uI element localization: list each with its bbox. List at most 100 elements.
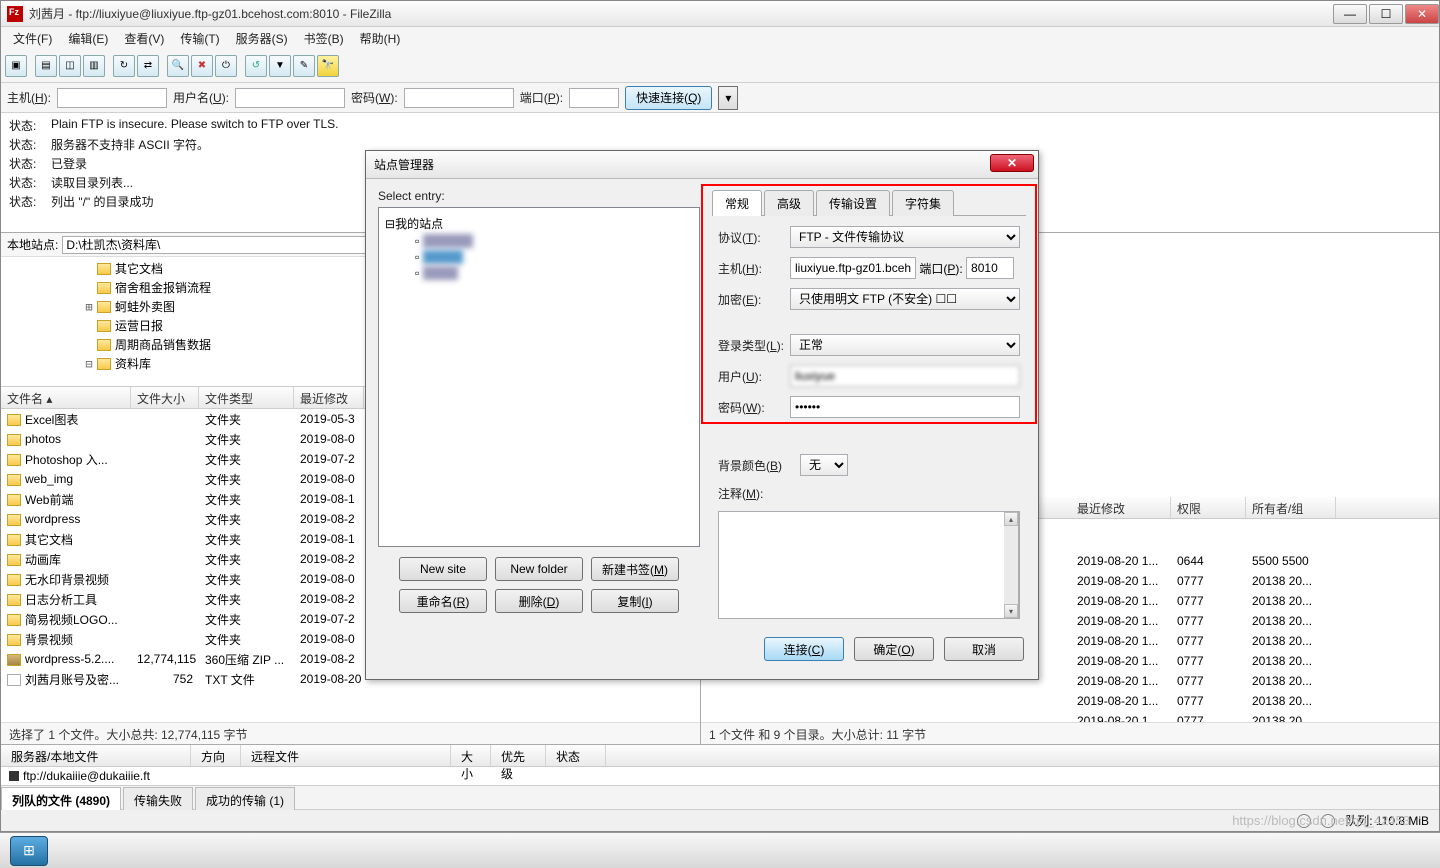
qc-host-input[interactable] xyxy=(57,88,167,108)
list-item[interactable]: 2019-08-20 1...077720138 20... xyxy=(1071,671,1439,691)
qc-pass-input[interactable] xyxy=(404,88,514,108)
column-header[interactable]: 所有者/组 xyxy=(1246,497,1336,518)
menubar: 文件(F) 编辑(E) 查看(V) 传输(T) 服务器(S) 书签(B) 帮助(… xyxy=(1,27,1439,49)
qc-pass-label: 密码(W): xyxy=(351,89,398,106)
minimize-button[interactable]: — xyxy=(1333,4,1367,24)
menu-edit[interactable]: 编辑(E) xyxy=(60,28,116,49)
queue-header: 服务器/本地文件 方向 远程文件 大小 优先级 状态 xyxy=(1,745,1439,767)
host-input[interactable] xyxy=(790,257,916,279)
disconnect-icon[interactable]: ⏻ xyxy=(215,55,237,77)
column-header[interactable]: 文件名 ▴ xyxy=(1,387,131,408)
dialog-close-button[interactable]: ✕ xyxy=(990,154,1034,172)
tab-success[interactable]: 成功的传输 (1) xyxy=(195,787,295,810)
copy-button[interactable]: 复制(I) xyxy=(591,589,679,613)
delete-button[interactable]: 删除(D) xyxy=(495,589,583,613)
dialog-title: 站点管理器 xyxy=(374,156,434,173)
quick-connect-dropdown[interactable]: ▾ xyxy=(718,86,738,110)
proto-select[interactable]: FTP - 文件传输协议 xyxy=(790,226,1020,248)
sitemanager-icon[interactable]: ▣ xyxy=(5,55,27,77)
enc-label: 加密(E): xyxy=(718,291,790,308)
toggle-queue-icon[interactable]: ▥ xyxy=(83,55,105,77)
local-status: 选择了 1 个文件。大小总共: 12,774,115 字节 xyxy=(1,722,700,744)
filter-icon[interactable]: ▼ xyxy=(269,55,291,77)
menu-bookmarks[interactable]: 书签(B) xyxy=(296,28,352,49)
server-icon: ▫ xyxy=(415,266,419,280)
menu-view[interactable]: 查看(V) xyxy=(116,28,172,49)
list-item[interactable]: 2019-08-20 1...077720138 20... xyxy=(1071,571,1439,591)
list-item[interactable]: 2019-08-20 1...077720138 20... xyxy=(1071,711,1439,722)
new-bookmark-button[interactable]: 新建书签(M) xyxy=(591,557,679,581)
ok-button[interactable]: 确定(O) xyxy=(854,637,934,661)
connect-button[interactable]: 连接(C) xyxy=(764,637,844,661)
edit-icon[interactable]: ✎ xyxy=(293,55,315,77)
user-input[interactable] xyxy=(790,365,1020,387)
list-item[interactable]: 2019-08-20 1...077720138 20... xyxy=(1071,691,1439,711)
list-item[interactable]: 2019-08-20 1...077720138 20... xyxy=(1071,591,1439,611)
tab-queued[interactable]: 列队的文件 (4890) xyxy=(1,787,121,810)
queue-row[interactable]: ftp://dukaiiie@dukaiiie.ft xyxy=(1,767,1439,785)
column-header[interactable]: 最近修改 xyxy=(294,387,364,408)
column-header[interactable]: 权限 xyxy=(1171,497,1246,518)
port-label: 端口(P): xyxy=(919,260,962,277)
bottom-statusbar: 队列: 110.8 MiB xyxy=(1,809,1439,831)
tab-failed[interactable]: 传输失败 xyxy=(123,787,193,810)
qc-port-input[interactable] xyxy=(569,88,619,108)
qc-user-input[interactable] xyxy=(235,88,345,108)
dialog-titlebar: 站点管理器 ✕ xyxy=(366,151,1038,179)
tab-charset[interactable]: 字符集 xyxy=(892,190,954,216)
pass-label: 密码(W): xyxy=(718,399,790,416)
site-manager-dialog: 站点管理器 ✕ Select entry: ⊟我的站点 ▫ ▫ ▫ New si… xyxy=(365,150,1039,680)
start-button[interactable]: ⊞ xyxy=(10,836,48,866)
toggle-log-icon[interactable]: ▤ xyxy=(35,55,57,77)
column-header[interactable]: 文件大小 xyxy=(131,387,199,408)
server-icon: ▫ xyxy=(415,234,419,248)
rename-button[interactable]: 重命名(R) xyxy=(399,589,487,613)
pass-input[interactable] xyxy=(790,396,1020,418)
quick-connect-bar: 主机(H): 用户名(U): 密码(W): 端口(P): 快速连接(Q) ▾ xyxy=(1,83,1439,113)
cancel-button[interactable]: 取消 xyxy=(944,637,1024,661)
general-form: 协议(T):FTP - 文件传输协议 主机(H): 端口(P): 加密(E):只… xyxy=(712,216,1026,629)
quick-connect-button[interactable]: 快速连接(Q) xyxy=(625,86,712,110)
new-folder-button[interactable]: New folder xyxy=(495,557,583,581)
user-label: 用户(U): xyxy=(718,368,790,385)
enc-select[interactable]: 只使用明文 FTP (不安全) ☐☐ xyxy=(790,288,1020,310)
comment-label: 注释(M): xyxy=(718,485,790,502)
maximize-button[interactable]: ☐ xyxy=(1369,4,1403,24)
list-item[interactable]: 2019-08-20 1...06445500 5500 xyxy=(1071,551,1439,571)
close-button[interactable]: ✕ xyxy=(1405,4,1439,24)
sync-icon[interactable]: ↻ xyxy=(113,55,135,77)
port-input[interactable] xyxy=(966,257,1014,279)
site-tree[interactable]: ⊟我的站点 ▫ ▫ ▫ xyxy=(378,207,700,547)
tab-transfer[interactable]: 传输设置 xyxy=(816,190,890,216)
compare-icon[interactable]: ⇄ xyxy=(137,55,159,77)
tab-general[interactable]: 常规 xyxy=(712,190,762,216)
binoc-icon[interactable]: 🔭 xyxy=(317,55,339,77)
server-icon xyxy=(9,771,19,781)
menu-transfer[interactable]: 传输(T) xyxy=(172,28,227,49)
cancel-icon[interactable]: ✖ xyxy=(191,55,213,77)
titlebar: 刘茜月 - ftp://liuxiyue@liuxiyue.ftp-gz01.b… xyxy=(1,1,1439,27)
menu-file[interactable]: 文件(F) xyxy=(5,28,60,49)
list-item[interactable]: 2019-08-20 1...077720138 20... xyxy=(1071,631,1439,651)
reconnect-icon[interactable]: ↺ xyxy=(245,55,267,77)
dialog-footer: 连接(C) 确定(O) 取消 xyxy=(366,629,1038,669)
bg-label: 背景颜色(B) xyxy=(718,457,800,474)
list-item[interactable]: 2019-08-20 1...077720138 20... xyxy=(1071,651,1439,671)
logon-select[interactable]: 正常 xyxy=(790,334,1020,356)
menu-help[interactable]: 帮助(H) xyxy=(352,28,409,49)
toggle-tree-icon[interactable]: ◫ xyxy=(59,55,81,77)
bg-select[interactable]: 无 xyxy=(800,454,848,476)
comment-textarea[interactable] xyxy=(718,511,1019,619)
list-item[interactable]: 2019-08-20 1...077720138 20... xyxy=(1071,611,1439,631)
column-header[interactable]: 最近修改 xyxy=(1071,497,1171,518)
find-icon[interactable]: 🔍 xyxy=(167,55,189,77)
server-icon: ▫ xyxy=(415,250,419,264)
local-path-label: 本地站点: xyxy=(7,236,58,253)
qc-user-label: 用户名(U): xyxy=(173,89,229,106)
scrollbar[interactable]: ▴▾ xyxy=(1004,512,1018,618)
column-header[interactable]: 文件类型 xyxy=(199,387,294,408)
logon-label: 登录类型(L): xyxy=(718,337,790,354)
tab-advanced[interactable]: 高级 xyxy=(764,190,814,216)
menu-server[interactable]: 服务器(S) xyxy=(228,28,296,49)
new-site-button[interactable]: New site xyxy=(399,557,487,581)
